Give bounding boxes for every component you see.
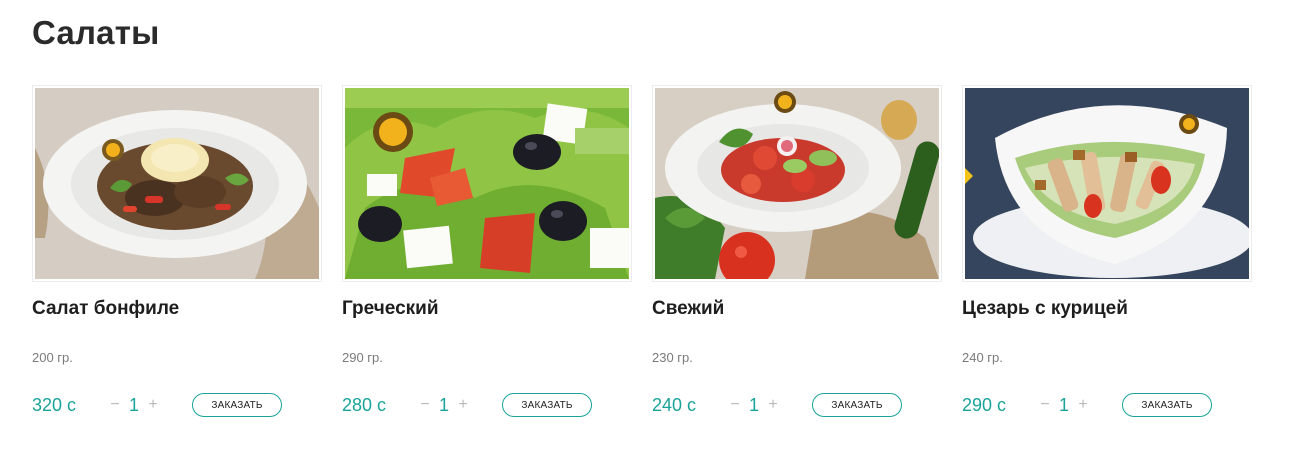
salad-caesar-image: [965, 88, 1249, 279]
order-button[interactable]: ЗАКАЗАТЬ: [1122, 393, 1212, 417]
product-photo[interactable]: [652, 85, 942, 282]
salad-bonfile-image: [35, 88, 319, 279]
quantity-value[interactable]: 1: [742, 395, 766, 416]
quantity-value[interactable]: 1: [1052, 395, 1076, 416]
product-name[interactable]: Цезарь с курицей: [962, 298, 1128, 320]
decrement-button[interactable]: −: [728, 396, 742, 414]
product-weight: 200 гр.: [32, 350, 73, 365]
salad-fresh-image: [655, 88, 939, 279]
product-grid: Салат бонфиле 200 гр. 320 с − 1 + ЗАКАЗА…: [32, 85, 1272, 425]
order-button[interactable]: ЗАКАЗАТЬ: [502, 393, 592, 417]
product-photo[interactable]: [962, 85, 1252, 282]
product-weight: 230 гр.: [652, 350, 693, 365]
decrement-button[interactable]: −: [108, 396, 122, 414]
decrement-button[interactable]: −: [1038, 396, 1052, 414]
decrement-button[interactable]: −: [418, 396, 432, 414]
product-card: Греческий 290 гр. 280 с − 1 + ЗАКАЗАТЬ: [342, 85, 632, 425]
product-card: Цезарь с курицей 240 гр. 290 с − 1 + ЗАК…: [962, 85, 1252, 425]
product-name[interactable]: Греческий: [342, 298, 439, 320]
product-name[interactable]: Салат бонфиле: [32, 298, 179, 320]
product-weight: 240 гр.: [962, 350, 1003, 365]
product-photo[interactable]: [342, 85, 632, 282]
product-photo[interactable]: [32, 85, 322, 282]
product-weight: 290 гр.: [342, 350, 383, 365]
product-card: Салат бонфиле 200 гр. 320 с − 1 + ЗАКАЗА…: [32, 85, 322, 425]
product-name[interactable]: Свежий: [652, 298, 724, 320]
product-card: Свежий 230 гр. 240 с − 1 + ЗАКАЗАТЬ: [652, 85, 942, 425]
quantity-value[interactable]: 1: [122, 395, 146, 416]
product-price: 280 с: [342, 395, 387, 415]
quantity-value[interactable]: 1: [432, 395, 456, 416]
order-button[interactable]: ЗАКАЗАТЬ: [192, 393, 282, 417]
order-button[interactable]: ЗАКАЗАТЬ: [812, 393, 902, 417]
increment-button[interactable]: +: [766, 396, 780, 414]
quantity-stepper: − 1 +: [418, 394, 470, 416]
increment-button[interactable]: +: [146, 396, 160, 414]
quantity-stepper: − 1 +: [1038, 394, 1090, 416]
increment-button[interactable]: +: [1076, 396, 1090, 414]
quantity-stepper: − 1 +: [728, 394, 780, 416]
product-price: 320 с: [32, 395, 77, 415]
increment-button[interactable]: +: [456, 396, 470, 414]
product-price: 240 с: [652, 395, 697, 415]
quantity-stepper: − 1 +: [108, 394, 160, 416]
section-title: Салаты: [32, 14, 160, 51]
product-price: 290 с: [962, 395, 1007, 415]
salad-greek-image: [345, 88, 629, 279]
